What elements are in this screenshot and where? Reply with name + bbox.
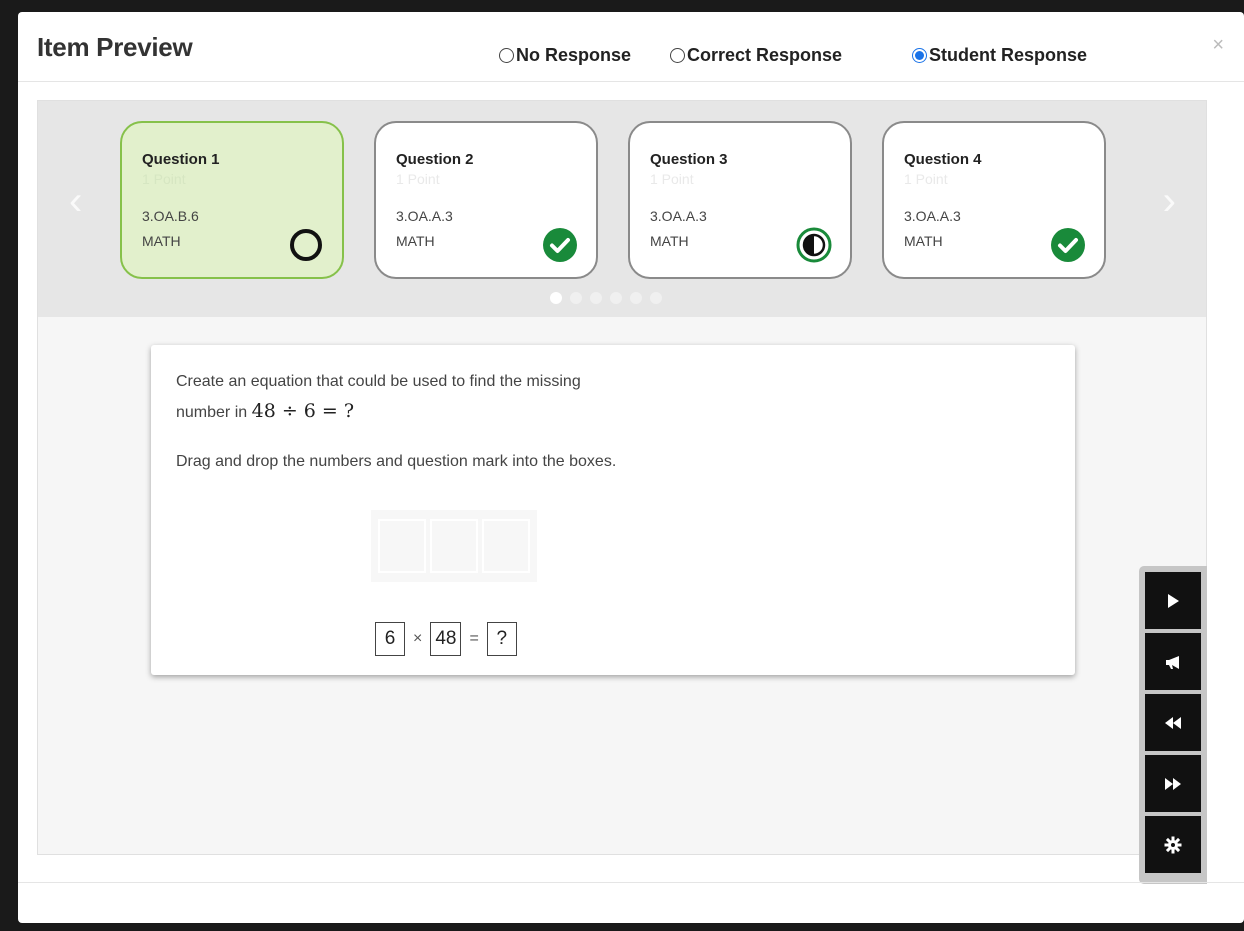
audio-toolbar [1139, 566, 1207, 884]
empty-circle-icon [290, 229, 322, 261]
question-title: Question 1 [142, 151, 220, 168]
question-subject: MATH [396, 233, 435, 249]
item-preview-modal: Item Preview No Response Correct Respons… [18, 12, 1244, 923]
question-subject: MATH [142, 233, 181, 249]
times-sign: × [413, 630, 423, 647]
rewind-icon [1165, 716, 1181, 729]
question-carousel: ‹ Question 1 1 Point 3.OA.B.6 MATH Quest… [38, 101, 1206, 317]
rewind-button[interactable] [1145, 694, 1201, 751]
equals-sign: = [469, 630, 479, 647]
carousel-prev-icon[interactable]: ‹ [69, 179, 82, 224]
pagination-dot[interactable] [650, 292, 662, 304]
question-title: Question 4 [904, 151, 982, 168]
megaphone-icon [1166, 655, 1179, 669]
question-title: Question 2 [396, 151, 474, 168]
pagination-dot[interactable] [570, 292, 582, 304]
answer-tiles: 6 × 48 = ? [375, 622, 517, 656]
modal-footer-divider [18, 882, 1244, 883]
tile-six[interactable]: 6 [375, 622, 405, 656]
radio-label: Correct Response [687, 45, 843, 65]
question-points: 1 Point [396, 171, 440, 187]
radio-circle-icon[interactable] [670, 48, 685, 63]
pagination-dot[interactable] [590, 292, 602, 304]
answer-drop-zone [371, 510, 537, 582]
tile-question-mark[interactable]: ? [486, 622, 517, 656]
check-circle-icon [1051, 228, 1085, 262]
check-circle-icon [543, 228, 577, 262]
drop-box-1[interactable] [378, 519, 426, 573]
question-standard: 3.OA.A.3 [904, 208, 961, 224]
question-subject: MATH [650, 233, 689, 249]
question-standard: 3.OA.A.3 [650, 208, 707, 224]
question-content-card: Create an equation that could be used to… [151, 345, 1075, 675]
question-card-4[interactable]: Question 4 1 Point 3.OA.A.3 MATH [882, 121, 1106, 279]
radio-circle-icon[interactable] [499, 48, 514, 63]
question-prompt-line1: Create an equation that could be used to… [176, 373, 581, 390]
radio-student-response[interactable]: Student Response [912, 45, 1087, 66]
carousel-next-icon[interactable]: › [1163, 179, 1176, 224]
modal-header: Item Preview No Response Correct Respons… [18, 12, 1244, 82]
close-icon[interactable]: × [1212, 34, 1224, 57]
fast-forward-icon [1165, 777, 1181, 790]
pagination-dot[interactable] [630, 292, 642, 304]
pagination-dot[interactable] [550, 292, 562, 304]
play-button[interactable] [1145, 572, 1201, 629]
drop-box-3[interactable] [482, 519, 530, 573]
modal-title: Item Preview [37, 32, 193, 62]
tile-forty-eight[interactable]: 48 [430, 622, 462, 656]
play-icon [1168, 593, 1179, 608]
question-prompt-line2: number in 48 ÷ 6 = ? [176, 400, 354, 422]
question-standard: 3.OA.A.3 [396, 208, 453, 224]
question-standard: 3.OA.B.6 [142, 208, 199, 224]
radio-no-response[interactable]: No Response [499, 45, 631, 66]
question-card-3[interactable]: Question 3 1 Point 3.OA.A.3 MATH [628, 121, 852, 279]
read-aloud-button[interactable] [1145, 633, 1201, 690]
radio-label: No Response [516, 45, 632, 65]
preview-body: ‹ Question 1 1 Point 3.OA.B.6 MATH Quest… [37, 100, 1207, 884]
prompt-math-expression: 48 ÷ 6 = ? [251, 400, 355, 422]
radio-label: Student Response [929, 45, 1088, 65]
question-points: 1 Point [142, 171, 186, 187]
prompt-prefix: number in [176, 404, 248, 421]
question-points: 1 Point [904, 171, 948, 187]
radio-correct-response[interactable]: Correct Response [670, 45, 842, 66]
question-instruction: Drag and drop the numbers and question m… [176, 453, 617, 470]
drop-box-2[interactable] [430, 519, 478, 573]
question-card-1[interactable]: Question 1 1 Point 3.OA.B.6 MATH [120, 121, 344, 279]
question-title: Question 3 [650, 151, 728, 168]
radio-circle-checked-icon[interactable] [912, 48, 927, 63]
question-points: 1 Point [650, 171, 694, 187]
question-subject: MATH [904, 233, 943, 249]
half-circle-icon [796, 227, 832, 263]
question-card-2[interactable]: Question 2 1 Point 3.OA.A.3 MATH [374, 121, 598, 279]
carousel-pagination [550, 292, 662, 304]
gear-icon [1164, 836, 1182, 853]
pagination-dot[interactable] [610, 292, 622, 304]
settings-button[interactable] [1145, 816, 1201, 873]
fast-forward-button[interactable] [1145, 755, 1201, 812]
